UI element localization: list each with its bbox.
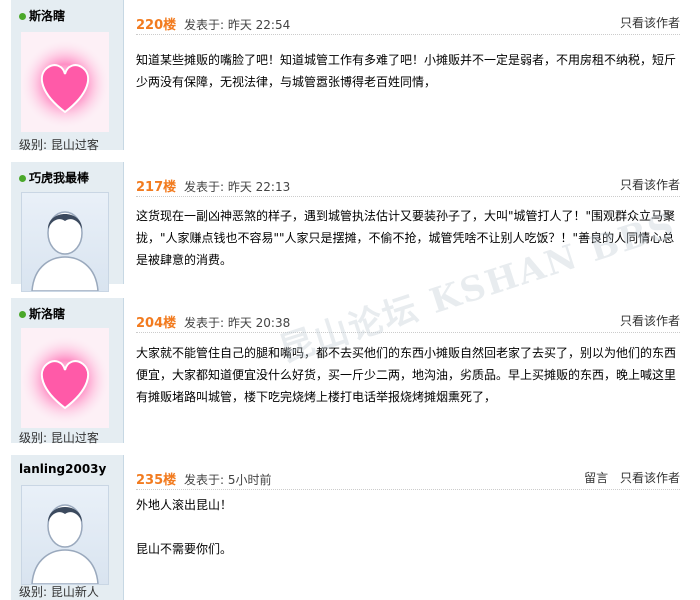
author-sidebar: 斯洛瞎 级别: 昆山过客 — [11, 298, 124, 445]
post-header: 220楼 发表于: 昨天 22:54 只看该作者 — [136, 14, 680, 35]
username[interactable]: 巧虎我最棒 — [19, 169, 89, 186]
only-author-link[interactable]: 只看该作者 — [620, 471, 680, 485]
post-time: 发表于: 昨天 22:13 — [183, 180, 291, 194]
avatar[interactable] — [21, 485, 109, 585]
only-author-link[interactable]: 只看该作者 — [620, 314, 680, 328]
post-header: 217楼 发表于: 昨天 22:13 只看该作者 — [136, 176, 680, 197]
username[interactable]: 斯洛瞎 — [19, 7, 65, 24]
avatar[interactable] — [21, 328, 109, 428]
author-sidebar: lanling2003y 级别: 昆山新人 — [11, 455, 124, 600]
only-author-link[interactable]: 只看该作者 — [620, 16, 680, 30]
post-header: 235楼 发表于: 5小时前 留言 只看该作者 — [136, 469, 680, 490]
post-time: 发表于: 5小时前 — [183, 473, 272, 487]
post-content: 外地人滚出昆山！ 昆山不需要你们。 — [136, 498, 233, 556]
online-status-icon — [19, 13, 26, 20]
only-author-link[interactable]: 只看该作者 — [620, 178, 680, 192]
username[interactable]: 斯洛瞎 — [19, 305, 65, 322]
avatar[interactable] — [21, 192, 109, 292]
online-status-icon — [19, 175, 26, 182]
user-level: 级别: 昆山过客 — [19, 138, 99, 152]
username[interactable]: lanling2003y — [19, 462, 106, 476]
floor-number[interactable]: 217楼 — [136, 180, 176, 195]
floor-number[interactable]: 235楼 — [136, 473, 176, 488]
author-sidebar: 巧虎我最棒 — [11, 162, 124, 292]
author-sidebar: 斯洛瞎 级别: 昆山过客 — [11, 0, 124, 152]
post-content: 大家就不能管住自己的腿和嘴吗，都不去买他们的东西小摊贩自然回老家了去买了，别以为… — [136, 346, 677, 404]
post-235: lanling2003y 级别: 昆山新人 235楼 发表于: 5小时前 留言 … — [0, 455, 700, 600]
avatar[interactable] — [21, 32, 109, 132]
message-link[interactable]: 留言 — [584, 471, 608, 485]
floor-number[interactable]: 220楼 — [136, 18, 176, 33]
post-time: 发表于: 昨天 22:54 — [183, 18, 291, 32]
user-level: 级别: 昆山新人 — [19, 585, 99, 599]
user-level: 级别: 昆山过客 — [19, 431, 99, 445]
post-220: 斯洛瞎 级别: 昆山过客 220楼 发表于: 昨天 22:54 只看该作者 知道… — [0, 0, 700, 152]
online-status-icon — [19, 311, 26, 318]
floor-number[interactable]: 204楼 — [136, 316, 176, 331]
post-content: 知道某些摊贩的嘴脸了吧！知道城管工作有多难了吧！小摊贩并不一定是弱者，不用房租不… — [136, 53, 677, 89]
